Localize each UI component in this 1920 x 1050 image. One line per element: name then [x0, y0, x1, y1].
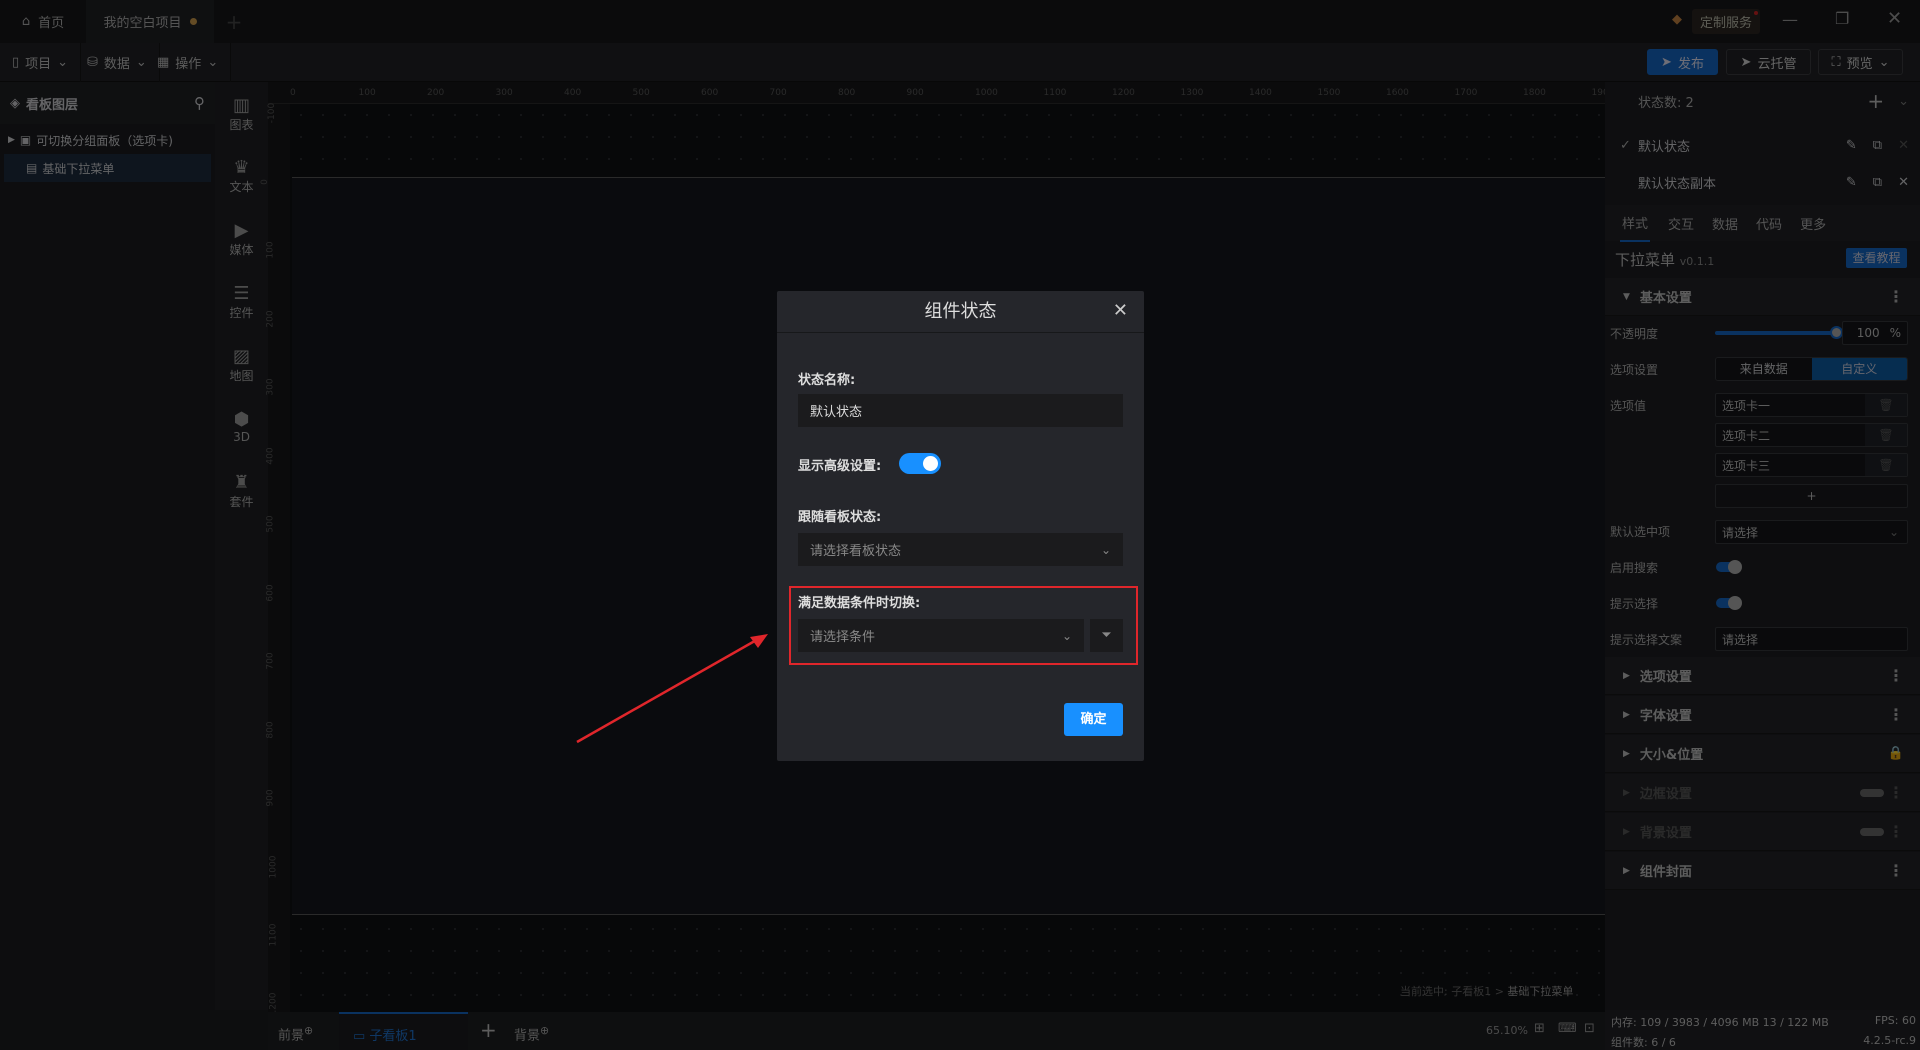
dialog-title: 组件状态: [777, 291, 1144, 333]
state-name-label: 状态名称:: [798, 373, 856, 388]
advanced-settings-label: 显示高级设置:: [798, 459, 882, 474]
state-name-input[interactable]: 默认状态: [798, 394, 1123, 427]
close-icon[interactable]: ✕: [1113, 300, 1128, 321]
follow-board-state-label: 跟随看板状态:: [798, 510, 882, 525]
select-placeholder: 请选择条件: [810, 630, 876, 645]
confirm-button[interactable]: 确定: [1064, 703, 1123, 736]
input-value: 默认状态: [810, 405, 863, 420]
component-state-dialog: 组件状态 ✕ 状态名称: 默认状态 显示高级设置: 跟随看板状态: 请选择看板状…: [777, 291, 1144, 761]
data-condition-select[interactable]: 请选择条件 ⌄: [798, 619, 1084, 652]
toggle-knob: [923, 456, 938, 471]
follow-board-state-select[interactable]: 请选择看板状态 ⌄: [798, 533, 1123, 566]
data-condition-label: 满足数据条件时切换:: [798, 596, 921, 611]
select-placeholder: 请选择看板状态: [810, 544, 902, 559]
chevron-down-icon: ⌄: [1061, 628, 1072, 643]
advanced-settings-toggle[interactable]: [899, 453, 941, 474]
filter-plus-icon: ⏷: [1101, 628, 1112, 643]
chevron-down-icon: ⌄: [1100, 542, 1111, 557]
add-filter-button[interactable]: ⏷: [1090, 619, 1123, 652]
